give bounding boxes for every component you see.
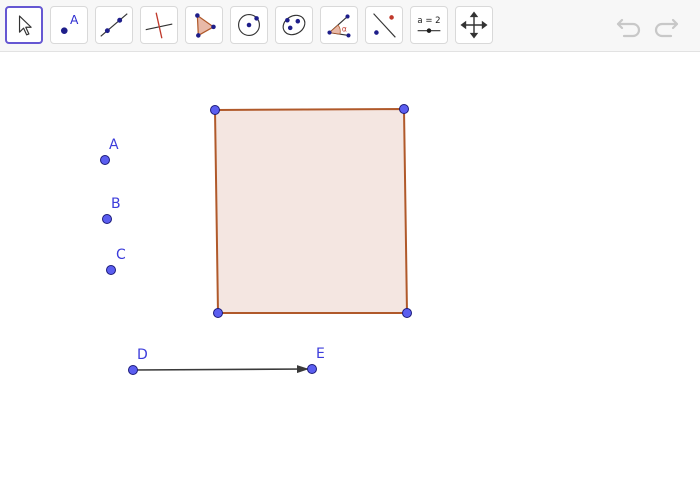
- toolbar: A α a = 2: [0, 0, 700, 52]
- circle-with-center-icon: [238, 14, 260, 36]
- polygon-vertex[interactable]: [399, 104, 409, 114]
- undo-icon: [616, 18, 641, 38]
- move-tool-button[interactable]: [5, 6, 43, 44]
- line-through-two-points-icon: [100, 13, 128, 37]
- point-b-label: B: [111, 196, 121, 212]
- angle-tool-label: α: [342, 25, 347, 34]
- redo-button[interactable]: [651, 12, 681, 40]
- move-graphics-view-tool-button[interactable]: [455, 6, 493, 44]
- slider-icon: a = 2: [417, 16, 441, 33]
- polygon-vertex[interactable]: [402, 308, 412, 318]
- polygon-icon: [195, 13, 216, 38]
- perpendicular-line-icon: [145, 12, 173, 39]
- slider-tool-button[interactable]: a = 2: [410, 6, 448, 44]
- polygon-tool-button[interactable]: [185, 6, 223, 44]
- point-d[interactable]: [128, 365, 138, 375]
- line-tool-button[interactable]: [95, 6, 133, 44]
- graphics-view[interactable]: A B C D E: [0, 53, 700, 500]
- reflect-about-line-icon: [373, 13, 396, 38]
- angle-icon: α: [327, 14, 351, 38]
- polygon-vertex[interactable]: [213, 308, 223, 318]
- circle-center-point-tool-button[interactable]: [230, 6, 268, 44]
- point-a[interactable]: [100, 155, 110, 165]
- redo-icon: [654, 18, 679, 38]
- vector-de[interactable]: [132, 365, 309, 374]
- point-c-label: C: [116, 247, 126, 263]
- polygon-vertex[interactable]: [210, 105, 220, 115]
- cursor-arrow-icon: [18, 15, 32, 36]
- point-c[interactable]: [106, 265, 116, 275]
- point-tool-button[interactable]: A: [50, 6, 88, 44]
- ellipse-icon: [282, 14, 306, 36]
- point-tool-label: A: [70, 13, 79, 27]
- point-e-label: E: [316, 346, 325, 362]
- perpendicular-line-tool-button[interactable]: [140, 6, 178, 44]
- ellipse-tool-button[interactable]: [275, 6, 313, 44]
- reflect-about-line-tool-button[interactable]: [365, 6, 403, 44]
- move-graphics-view-icon: [460, 11, 488, 39]
- point-icon: A: [60, 13, 79, 34]
- undo-button[interactable]: [614, 12, 644, 40]
- point-d-label: D: [137, 347, 148, 363]
- angle-tool-button[interactable]: α: [320, 6, 358, 44]
- point-b[interactable]: [102, 214, 112, 224]
- slider-tool-label: a = 2: [417, 16, 440, 26]
- square-polygon[interactable]: [213, 107, 409, 314]
- point-e[interactable]: [307, 364, 317, 374]
- point-a-label: A: [109, 137, 119, 153]
